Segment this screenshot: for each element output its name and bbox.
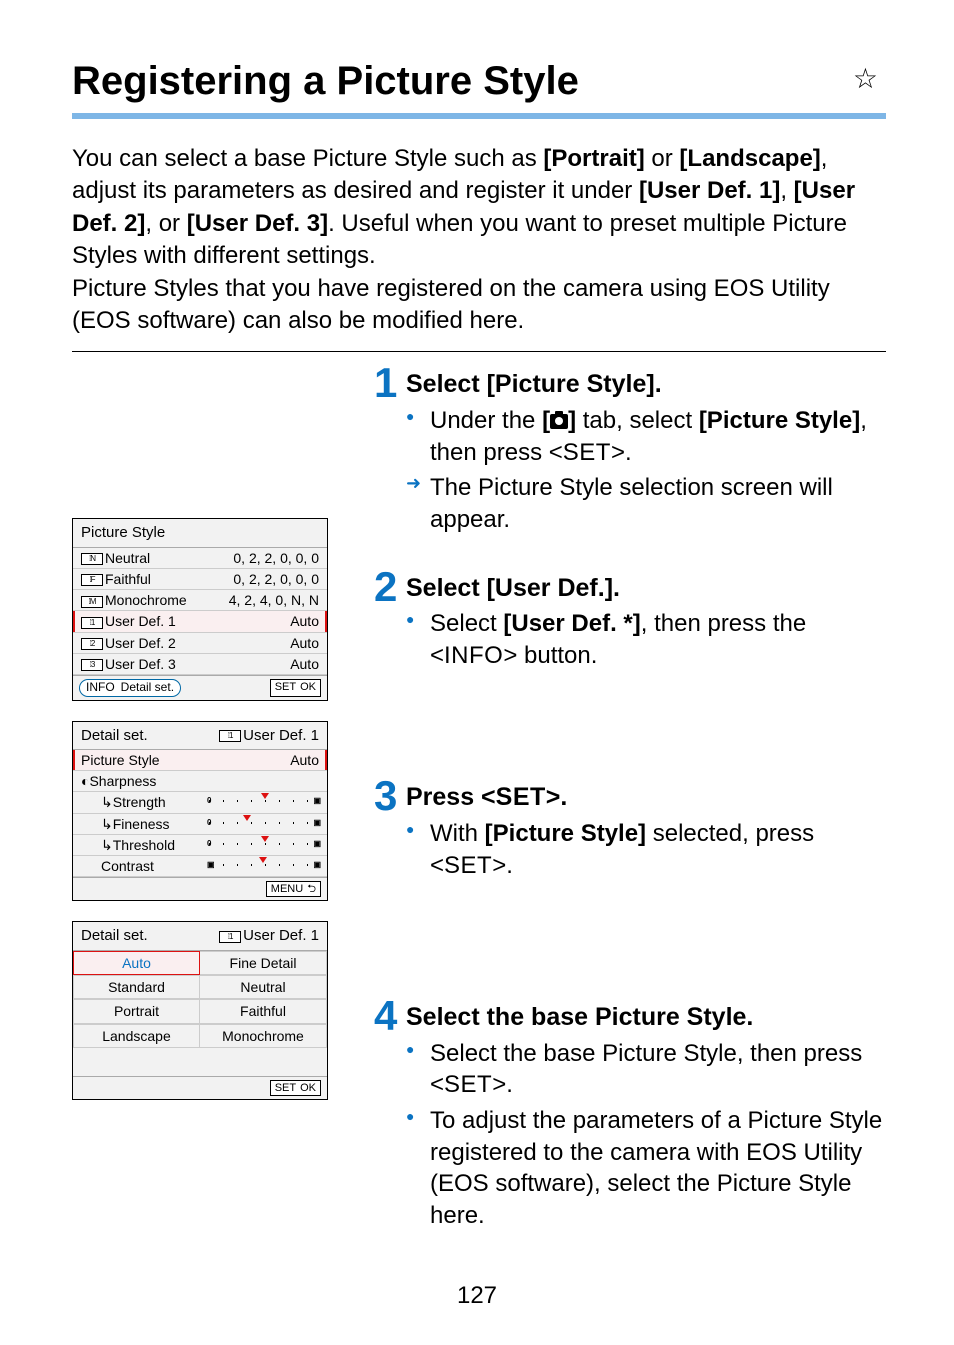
step-1-title: Select [Picture Style]. (406, 368, 886, 401)
param-row[interactable]: ↳Threshold0▣ (73, 835, 327, 856)
step-1: 1 Select [Picture Style]. Under the [] t… (374, 368, 886, 535)
style-option[interactable]: Neutral (200, 975, 327, 999)
step-4-bullet-2: To adjust the parameters of a Picture St… (430, 1105, 886, 1232)
step-3: 3 Press <SET>. With [Picture Style] sele… (374, 781, 886, 881)
step-number-2: 2 (374, 560, 397, 615)
list-item[interactable]: ⁞MMonochrome4, 2, 4, 0, N, N (73, 590, 327, 611)
style-option[interactable]: Auto (73, 951, 200, 975)
step-number-3: 3 (374, 769, 397, 824)
screen-detail-set: Detail set. ⁞1User Def. 1 Picture StyleA… (72, 721, 328, 902)
intro-text: You can select a base Picture Style such… (72, 143, 886, 352)
step-2: 2 Select [User Def.]. Select [User Def. … (374, 572, 886, 672)
set-ok-button[interactable]: SET OK (270, 679, 321, 697)
list-item[interactable]: ⁞NNeutral0, 2, 2, 0, 0, 0 (73, 548, 327, 569)
style-option[interactable]: Portrait (73, 999, 200, 1023)
menu-back-button[interactable]: MENU⮌ (266, 881, 321, 897)
style-option[interactable]: Landscape (73, 1024, 200, 1048)
screen1-header: Picture Style (73, 519, 327, 548)
step-4: 4 Select the base Picture Style. Select … (374, 1001, 886, 1232)
star-icon: ☆ (853, 61, 878, 97)
param-row[interactable]: Contrast▣▣ (73, 856, 327, 877)
list-item[interactable]: ⁞1User Def. 1Auto (73, 611, 327, 632)
style-option[interactable]: Standard (73, 975, 200, 999)
param-row[interactable]: ◐Sharpness (73, 771, 327, 792)
step-3-title: Press <SET>. (406, 781, 886, 814)
style-option[interactable]: Monochrome (200, 1024, 327, 1048)
list-item[interactable]: ⁞FFaithful0, 2, 2, 0, 0, 0 (73, 569, 327, 590)
step-number-1: 1 (374, 356, 397, 411)
step-4-bullet-1: Select the base Picture Style, then pres… (430, 1038, 886, 1101)
param-row[interactable]: ↳Fineness0▣ (73, 814, 327, 835)
step-1-bullet-1: Under the [] tab, select [Picture Style]… (430, 405, 886, 468)
step-2-title: Select [User Def.]. (406, 572, 886, 605)
step-number-4: 4 (374, 989, 397, 1044)
info-detail-button[interactable]: INFO Detail set. (79, 679, 181, 697)
list-item[interactable]: ⁞2User Def. 2Auto (73, 633, 327, 654)
style-option[interactable]: Faithful (200, 999, 327, 1023)
camera-icon (550, 414, 568, 429)
param-row[interactable]: ↳Strength0▣ (73, 792, 327, 813)
step-3-bullet-1: With [Picture Style] selected, press <SE… (430, 818, 886, 881)
style-option[interactable]: Fine Detail (200, 951, 327, 975)
step-1-result: The Picture Style selection screen will … (430, 472, 886, 535)
screen-base-style-picker: Detail set. ⁞1User Def. 1 AutoFine Detai… (72, 921, 328, 1100)
page-title: Registering a Picture Style ☆ (72, 55, 886, 119)
list-item[interactable]: ⁞3User Def. 3Auto (73, 654, 327, 675)
set-ok-button-3[interactable]: SETOK (270, 1080, 321, 1096)
step-2-bullet-1: Select [User Def. *], then press the <IN… (430, 608, 886, 671)
page-number: 127 (0, 1280, 954, 1311)
title-text: Registering a Picture Style (72, 59, 579, 103)
screen-picture-style-list: Picture Style ⁞NNeutral0, 2, 2, 0, 0, 0⁞… (72, 518, 328, 700)
row-picture-style[interactable]: Picture StyleAuto (73, 750, 327, 771)
step-4-title: Select the base Picture Style. (406, 1001, 886, 1034)
